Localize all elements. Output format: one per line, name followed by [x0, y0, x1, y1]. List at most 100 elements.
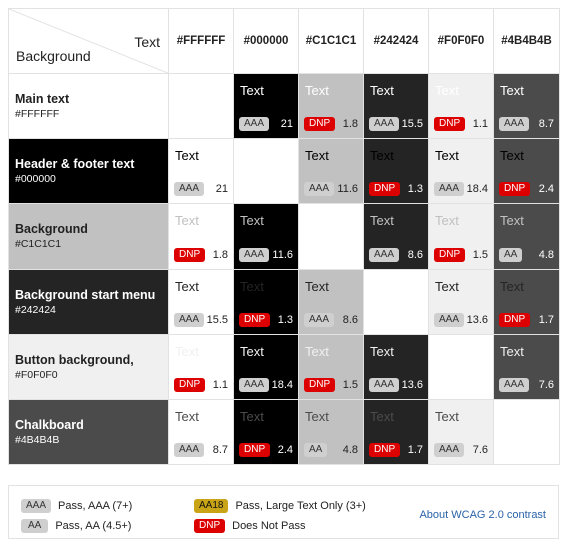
cell-footer: DNP 2.4 [239, 443, 293, 457]
contrast-ratio: 13.6 [466, 313, 488, 326]
contrast-ratio: 1.1 [472, 118, 488, 131]
cell-footer: DNP 1.7 [499, 312, 554, 327]
contrast-cell: Text AAA 13.6 [428, 268, 494, 335]
sample-text: Text [370, 408, 394, 424]
matrix-row: Background #C1C1C1 Text DNP 1.8 Text AAA 11.6 Te… [8, 203, 560, 270]
cell-footer: AAA 13.6 [369, 377, 423, 392]
rating-badge: AAA [174, 182, 205, 197]
contrast-ratio: 2.4 [538, 183, 554, 196]
row-hex: #000000 [15, 173, 56, 186]
contrast-cell: Text AAA 7.6 [428, 398, 494, 466]
contrast-cell: Text AAA 18.4 [233, 333, 299, 400]
cell-footer: AA 4.8 [304, 443, 358, 457]
column-header-4b4b4b: #4B4B4B [493, 7, 560, 75]
rating-badge: AA [304, 443, 328, 457]
corner-background-label: Background [16, 48, 91, 65]
rating-badge: DNP [239, 443, 271, 457]
cell-footer: DNP 1.1 [434, 117, 488, 132]
contrast-cell: Text DNP 1.1 [428, 73, 494, 140]
cell-footer: AAA 18.4 [434, 182, 488, 197]
row-header: Main text #FFFFFF [8, 73, 169, 140]
contrast-ratio: 1.8 [212, 248, 228, 261]
about-wcag-link[interactable]: About WCAG 2.0 contrast [419, 509, 546, 521]
sample-text: Text [435, 278, 459, 294]
row-name: Chalkboard [15, 417, 84, 432]
rating-badge: AAA [369, 117, 400, 132]
legend-dnp: DNP Does Not Pass [194, 519, 306, 533]
cell-footer: DNP 1.8 [304, 117, 358, 132]
row-name: Button background, [15, 352, 134, 367]
contrast-ratio: 11.6 [337, 183, 358, 196]
sample-text: Text [500, 213, 524, 229]
contrast-cell: Text AAA 15.5 [168, 268, 234, 335]
rating-badge: AAA [434, 443, 465, 457]
row-hex: #F0F0F0 [15, 368, 58, 381]
rating-badge: AAA [434, 182, 465, 197]
rating-badge: AAA [304, 312, 335, 327]
cell-footer: DNP 2.4 [499, 182, 554, 197]
sample-text: Text [175, 343, 199, 359]
rating-badge: DNP [369, 443, 401, 457]
sample-text: Text [500, 83, 524, 99]
contrast-ratio: 18.4 [466, 183, 488, 196]
cell-footer: AAA 8.6 [304, 312, 358, 327]
aaa-badge: AAA [21, 499, 52, 513]
sample-text: Text [370, 213, 394, 229]
sample-text: Text [370, 343, 394, 359]
cell-footer: AAA 8.7 [174, 443, 228, 457]
legend: AAA Pass, AAA (7+) AA Pass, AA (4.5+) AA… [8, 485, 559, 539]
empty-cell [168, 73, 234, 140]
legend-aaa: AAA Pass, AAA (7+) [21, 499, 132, 513]
sample-text: Text [305, 278, 329, 294]
legend-aaa-label: Pass, AAA (7+) [58, 500, 133, 512]
contrast-ratio: 8.7 [212, 444, 228, 456]
contrast-ratio: 8.6 [342, 313, 358, 326]
rating-badge: DNP [369, 182, 401, 197]
matrix-row: Header & footer text #000000 Text AAA 21 Text… [8, 138, 560, 205]
cell-footer: AAA 7.6 [499, 377, 554, 392]
contrast-ratio: 2.4 [277, 444, 293, 456]
corner-cell: Text Background [8, 7, 169, 75]
rating-badge: DNP [499, 182, 531, 197]
contrast-ratio: 15.5 [401, 118, 423, 131]
cell-footer: AAA 8.7 [499, 117, 554, 132]
contrast-ratio: 13.6 [401, 378, 423, 391]
cell-footer: AAA 8.6 [369, 247, 423, 262]
empty-cell [298, 203, 364, 270]
row-hex: #C1C1C1 [15, 238, 62, 251]
contrast-cell: Text DNP 1.7 [363, 398, 429, 466]
sample-text: Text [435, 213, 459, 229]
contrast-cell: Text DNP 1.3 [363, 138, 429, 205]
contrast-cell: Text AAA 18.4 [428, 138, 494, 205]
rating-badge: DNP [174, 377, 206, 392]
contrast-cell: Text DNP 1.5 [428, 203, 494, 270]
contrast-cell: Text AAA 8.6 [363, 203, 429, 270]
rating-badge: AAA [499, 377, 530, 392]
rating-badge: AAA [239, 247, 270, 262]
contrast-ratio: 1.7 [407, 444, 423, 456]
cell-footer: AA 4.8 [499, 247, 554, 262]
contrast-cell: Text AAA 21 [233, 73, 299, 140]
sample-text: Text [175, 408, 199, 424]
cell-footer: DNP 1.5 [434, 247, 488, 262]
rating-badge: AAA [369, 247, 400, 262]
column-header-f0f0f0: #F0F0F0 [428, 7, 494, 75]
row-hex: #FFFFFF [15, 108, 60, 121]
matrix-row: Background start menu #242424 Text AAA 15.5 T… [8, 268, 560, 335]
contrast-ratio: 18.4 [271, 378, 293, 391]
rating-badge: AAA [434, 312, 465, 327]
sample-text: Text [240, 408, 264, 424]
matrix-row: Chalkboard #4B4B4B Text AAA 8.7 Text DNP 2.4 Tex… [8, 398, 560, 466]
legend-dnp-label: Does Not Pass [232, 520, 306, 532]
sample-text: Text [500, 343, 524, 359]
contrast-cell: Text DNP 1.1 [168, 333, 234, 400]
row-hex: #4B4B4B [15, 433, 60, 446]
contrast-cell: Text DNP 1.8 [298, 73, 364, 140]
empty-cell [493, 398, 560, 466]
rating-badge: AAA [239, 377, 270, 392]
cell-footer: AAA 11.6 [304, 182, 358, 197]
contrast-ratio: 1.7 [538, 313, 554, 326]
cell-footer: AAA 7.6 [434, 443, 488, 457]
sample-text: Text [435, 83, 459, 99]
contrast-cell: Text DNP 1.8 [168, 203, 234, 270]
